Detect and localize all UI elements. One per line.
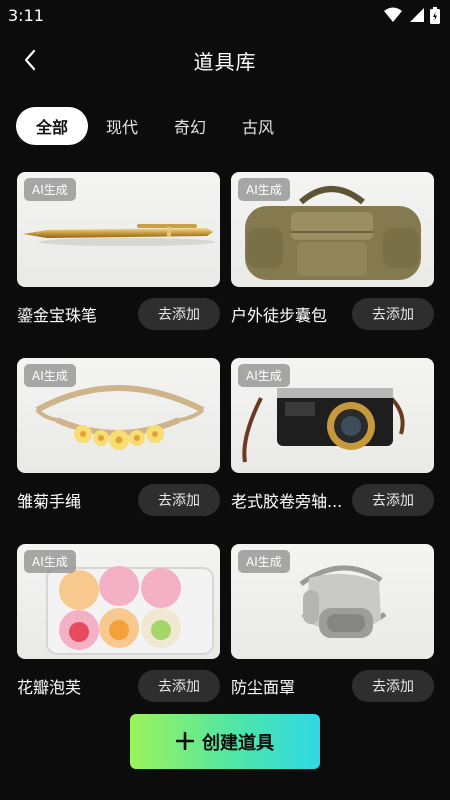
category-tabs: 全部 现代 奇幻 古风 bbox=[16, 107, 292, 145]
create-prop-label: 创建道具 bbox=[202, 732, 274, 754]
add-prop-button[interactable]: 去添加 bbox=[138, 670, 220, 702]
prop-name: 老式胶卷旁轴... bbox=[231, 492, 343, 511]
prop-card[interactable]: AI生成 鎏金宝珠笔 去添加 bbox=[17, 172, 220, 358]
plus-icon bbox=[176, 731, 194, 750]
ai-generated-badge: AI生成 bbox=[238, 364, 290, 387]
back-arrow-icon bbox=[23, 49, 37, 71]
prop-image-daisy-bracelet[interactable]: AI生成 bbox=[17, 358, 220, 473]
ai-generated-badge: AI生成 bbox=[238, 550, 290, 573]
battery-icon bbox=[430, 6, 440, 24]
tab-fantasy[interactable]: 奇幻 bbox=[156, 107, 224, 145]
add-prop-button[interactable]: 去添加 bbox=[352, 298, 434, 330]
prop-name: 防尘面罩 bbox=[231, 678, 296, 697]
prop-card[interactable]: AI生成 户外徒步囊包 去添加 bbox=[231, 172, 434, 358]
prop-card[interactable]: AI生成 防尘面罩 去添加 bbox=[231, 544, 434, 730]
prop-name: 鎏金宝珠笔 bbox=[17, 306, 98, 325]
ai-generated-badge: AI生成 bbox=[24, 178, 76, 201]
status-bar: 3:11 bbox=[0, 0, 450, 30]
prop-image-duffel-bag[interactable]: AI生成 bbox=[231, 172, 434, 287]
add-prop-button[interactable]: 去添加 bbox=[352, 670, 434, 702]
prop-card[interactable]: AI生成 雏菊手绳 去添加 bbox=[17, 358, 220, 544]
prop-image-petal-puffs[interactable]: AI生成 bbox=[17, 544, 220, 659]
prop-grid: AI生成 鎏金宝珠笔 去添加 AI生成 户外徒步囊包 去添加 AI生成 雏菊手绳… bbox=[17, 172, 434, 730]
wifi-icon bbox=[384, 7, 402, 23]
add-prop-button[interactable]: 去添加 bbox=[138, 484, 220, 516]
prop-card[interactable]: AI生成 花瓣泡芙 去添加 bbox=[17, 544, 220, 730]
back-button[interactable] bbox=[14, 44, 46, 76]
add-prop-button[interactable]: 去添加 bbox=[352, 484, 434, 516]
status-time: 3:11 bbox=[8, 5, 44, 25]
prop-card[interactable]: AI生成 老式胶卷旁轴... 去添加 bbox=[231, 358, 434, 544]
prop-name: 户外徒步囊包 bbox=[231, 306, 328, 325]
ai-generated-badge: AI生成 bbox=[24, 364, 76, 387]
signal-icon bbox=[408, 7, 424, 23]
tab-all[interactable]: 全部 bbox=[16, 107, 88, 145]
prop-image-film-camera[interactable]: AI生成 bbox=[231, 358, 434, 473]
app-header: 道具库 bbox=[0, 36, 450, 84]
add-prop-button[interactable]: 去添加 bbox=[138, 298, 220, 330]
status-icons bbox=[384, 6, 440, 24]
create-prop-button[interactable]: 创建道具 bbox=[130, 714, 320, 769]
ai-generated-badge: AI生成 bbox=[238, 178, 290, 201]
page-title: 道具库 bbox=[193, 49, 257, 74]
tab-modern[interactable]: 现代 bbox=[88, 107, 156, 145]
prop-image-gold-pen[interactable]: AI生成 bbox=[17, 172, 220, 287]
prop-name: 花瓣泡芙 bbox=[17, 678, 82, 697]
prop-image-dust-mask[interactable]: AI生成 bbox=[231, 544, 434, 659]
ai-generated-badge: AI生成 bbox=[24, 550, 76, 573]
prop-name: 雏菊手绳 bbox=[17, 492, 82, 511]
tab-ancient[interactable]: 古风 bbox=[224, 107, 292, 145]
